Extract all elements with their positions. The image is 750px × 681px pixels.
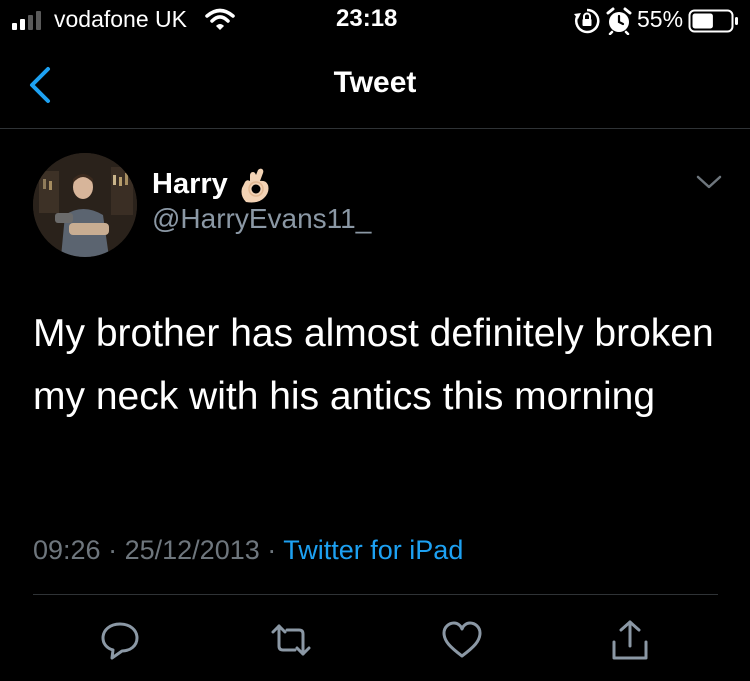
like-icon[interactable]	[440, 618, 484, 662]
tweet-text: My brother has almost definitely broken …	[33, 312, 714, 418]
avatar-photo	[33, 153, 137, 257]
reply-icon[interactable]	[98, 618, 142, 662]
page-title: Tweet	[333, 66, 417, 99]
battery-icon	[688, 9, 738, 33]
carrier-name: vodafone UK	[54, 6, 187, 32]
divider	[33, 594, 718, 595]
chevron-down-icon[interactable]	[694, 172, 724, 192]
tweet-date: 25/12/2013	[124, 535, 260, 565]
display-name[interactable]: Harry	[152, 168, 228, 201]
signal-icon	[12, 11, 41, 30]
orientation-lock-icon	[574, 8, 600, 34]
tweet-time: 09:26	[33, 535, 101, 565]
retweet-icon[interactable]	[269, 618, 313, 662]
tweet-source-link[interactable]: Twitter for iPad	[283, 535, 463, 565]
avatar[interactable]	[33, 153, 137, 257]
share-icon[interactable]	[608, 618, 652, 662]
ok-hand-emoji-icon	[241, 168, 269, 203]
tweet-detail-screen: vodafone UK 23:18 55% Tweet Harry @Harry…	[0, 0, 750, 681]
meta-separator: ·	[267, 535, 277, 565]
wifi-icon	[205, 8, 235, 30]
alarm-icon	[606, 7, 632, 35]
status-time: 23:18	[336, 5, 398, 32]
meta-separator: ·	[108, 535, 118, 565]
status-bar: vodafone UK 23:18 55%	[0, 0, 750, 42]
tweet-metadata: 09:26 · 25/12/2013 · Twitter for iPad	[33, 535, 463, 566]
nav-bar: Tweet	[0, 42, 750, 129]
battery-percent: 55%	[637, 6, 684, 32]
handle[interactable]: @HarryEvans11_	[152, 203, 371, 235]
